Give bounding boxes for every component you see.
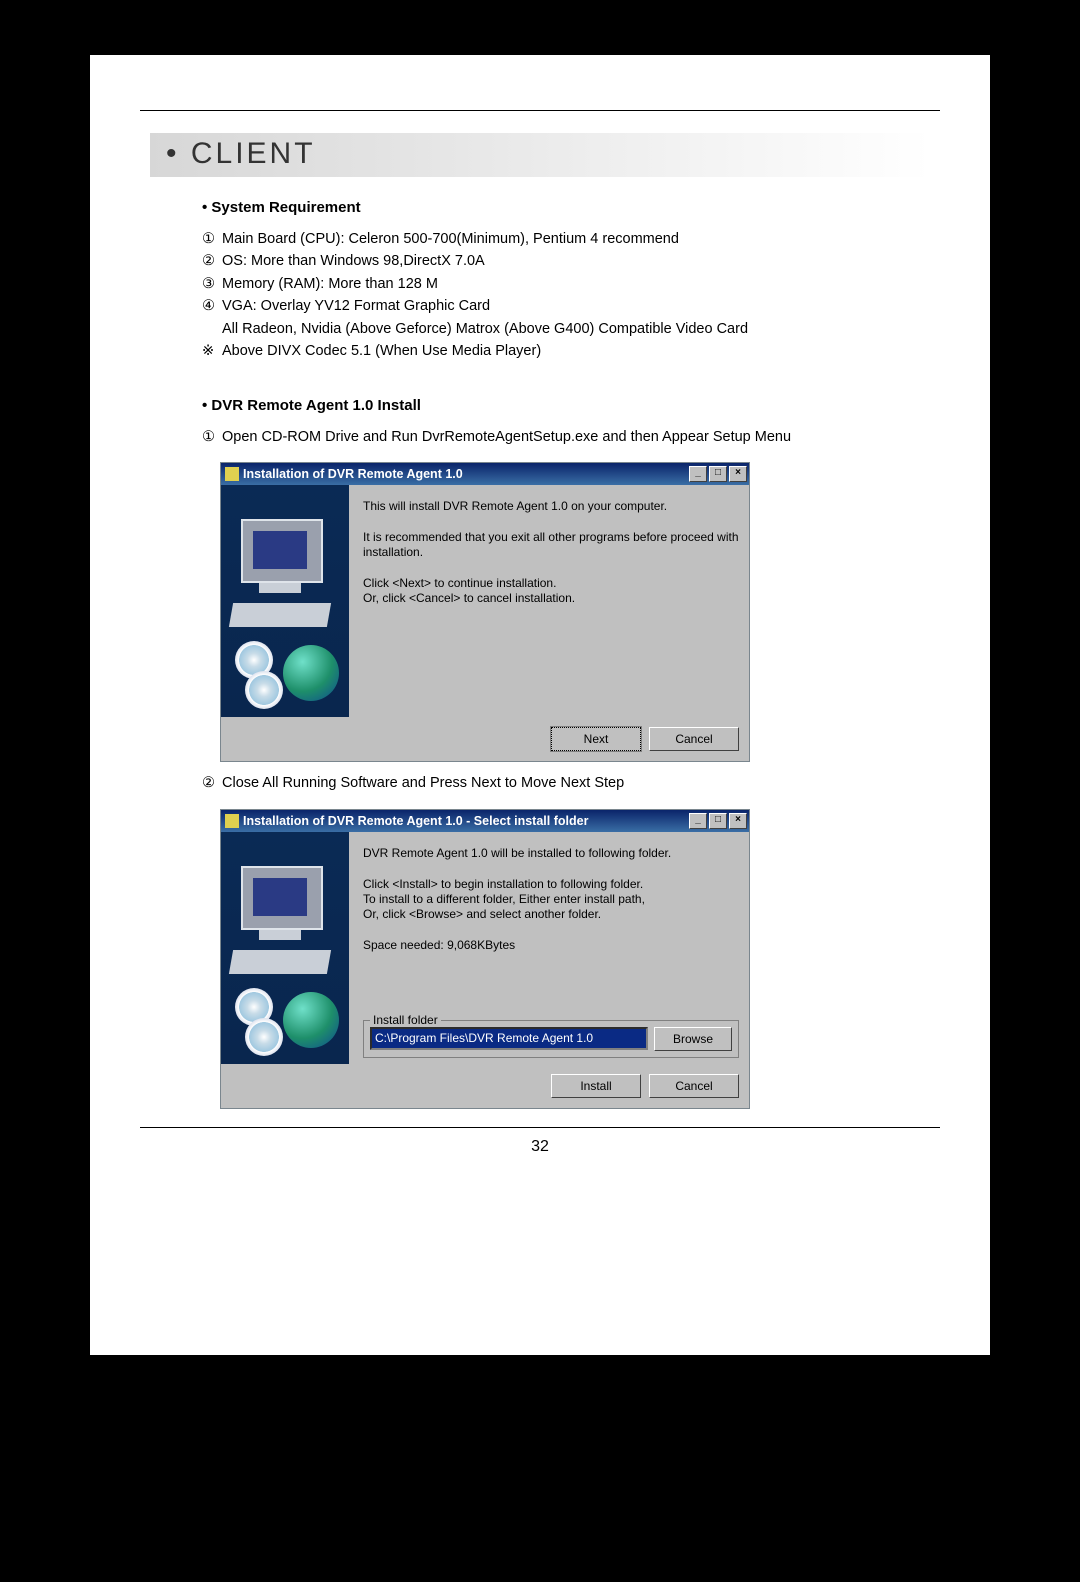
globe-icon <box>283 992 339 1048</box>
titlebar[interactable]: Installation of DVR Remote Agent 1.0 - S… <box>221 810 749 832</box>
close-button[interactable]: × <box>729 813 747 829</box>
list-marker: ① <box>202 426 222 448</box>
list-item: ③ Memory (RAM): More than 128 M <box>202 273 930 295</box>
sysreq-list: ① Main Board (CPU): Celeron 500-700(Mini… <box>202 228 930 363</box>
installer-screenshot-1: Installation of DVR Remote Agent 1.0 _ □… <box>220 462 750 762</box>
page-number: 32 <box>140 1138 940 1156</box>
titlebar[interactable]: Installation of DVR Remote Agent 1.0 _ □… <box>221 463 749 485</box>
cd-icon <box>245 1018 283 1056</box>
browse-button[interactable]: Browse <box>654 1027 732 1051</box>
list-marker: ④ <box>202 295 222 317</box>
list-marker: ※ <box>202 340 222 362</box>
section-title-install: • DVR Remote Agent 1.0 Install <box>202 397 930 414</box>
list-text: Open CD-ROM Drive and Run DvrRemoteAgent… <box>222 426 930 448</box>
list-item: ① Open CD-ROM Drive and Run DvrRemoteAge… <box>202 426 930 448</box>
wizard-art <box>221 832 349 1064</box>
list-text: OS: More than Windows 98,DirectX 7.0A <box>222 250 930 272</box>
list-text: Main Board (CPU): Celeron 500-700(Minimu… <box>222 228 930 250</box>
app-icon <box>225 467 239 481</box>
globe-icon <box>283 645 339 701</box>
wizard-text: It is recommended that you exit all othe… <box>363 530 739 560</box>
list-text: All Radeon, Nvidia (Above Geforce) Matro… <box>222 318 930 340</box>
minimize-button[interactable]: _ <box>689 813 707 829</box>
install-folder-group: Install folder C:\Program Files\DVR Remo… <box>363 1020 739 1058</box>
monitor-icon <box>241 519 323 583</box>
minimize-button[interactable]: _ <box>689 466 707 482</box>
monitor-icon <box>241 866 323 930</box>
list-item: ④ VGA: Overlay YV12 Format Graphic Card <box>202 295 930 317</box>
install-steps: ② Close All Running Software and Press N… <box>202 772 930 794</box>
list-marker: ② <box>202 772 222 794</box>
wizard-text: Click <Install> to begin installation to… <box>363 877 739 922</box>
page-heading: • CLIENT <box>150 133 930 177</box>
window-title: Installation of DVR Remote Agent 1.0 <box>243 467 687 481</box>
next-button[interactable]: Next <box>551 727 641 751</box>
list-text: Close All Running Software and Press Nex… <box>222 772 930 794</box>
list-item: All Radeon, Nvidia (Above Geforce) Matro… <box>202 318 930 340</box>
keyboard-icon <box>229 950 331 974</box>
list-item: ② Close All Running Software and Press N… <box>202 772 930 794</box>
list-marker <box>202 318 222 340</box>
cd-icon <box>245 671 283 709</box>
list-item: ① Main Board (CPU): Celeron 500-700(Mini… <box>202 228 930 250</box>
wizard-text: Click <Next> to continue installation. O… <box>363 576 739 606</box>
top-rule <box>140 110 940 111</box>
list-text: Above DIVX Codec 5.1 (When Use Media Pla… <box>222 340 930 362</box>
install-path-input[interactable]: C:\Program Files\DVR Remote Agent 1.0 <box>370 1027 648 1050</box>
space-needed-text: Space needed: 9,068KBytes <box>363 938 739 953</box>
maximize-button[interactable]: □ <box>709 466 727 482</box>
list-item: ② OS: More than Windows 98,DirectX 7.0A <box>202 250 930 272</box>
list-marker: ③ <box>202 273 222 295</box>
list-marker: ① <box>202 228 222 250</box>
app-icon <box>225 814 239 828</box>
monitor-base-icon <box>259 930 301 940</box>
installer-window: Installation of DVR Remote Agent 1.0 - S… <box>220 809 750 1109</box>
window-title: Installation of DVR Remote Agent 1.0 - S… <box>243 814 687 828</box>
monitor-base-icon <box>259 583 301 593</box>
install-button[interactable]: Install <box>551 1074 641 1098</box>
list-text: VGA: Overlay YV12 Format Graphic Card <box>222 295 930 317</box>
group-label: Install folder <box>370 1013 441 1027</box>
wizard-text: This will install DVR Remote Agent 1.0 o… <box>363 499 739 514</box>
wizard-text: DVR Remote Agent 1.0 will be installed t… <box>363 846 739 861</box>
cancel-button[interactable]: Cancel <box>649 1074 739 1098</box>
wizard-art <box>221 485 349 717</box>
install-steps: ① Open CD-ROM Drive and Run DvrRemoteAge… <box>202 426 930 448</box>
section-title-sysreq: • System Requirement <box>202 199 930 216</box>
list-marker: ② <box>202 250 222 272</box>
maximize-button[interactable]: □ <box>709 813 727 829</box>
installer-screenshot-2: Installation of DVR Remote Agent 1.0 - S… <box>220 809 750 1109</box>
keyboard-icon <box>229 603 331 627</box>
cancel-button[interactable]: Cancel <box>649 727 739 751</box>
bottom-rule <box>140 1127 940 1128</box>
close-button[interactable]: × <box>729 466 747 482</box>
list-text: Memory (RAM): More than 128 M <box>222 273 930 295</box>
list-item: ※ Above DIVX Codec 5.1 (When Use Media P… <box>202 340 930 362</box>
installer-window: Installation of DVR Remote Agent 1.0 _ □… <box>220 462 750 762</box>
